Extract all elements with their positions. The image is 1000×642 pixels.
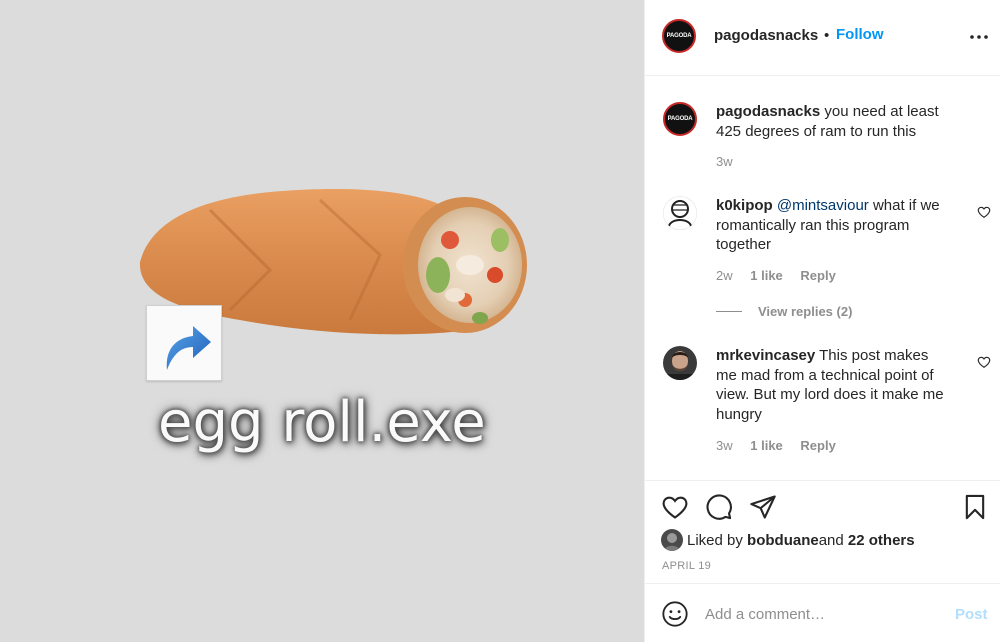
comment-text: mrkevincasey This post makes me mad from… xyxy=(716,346,948,424)
follow-button[interactable]: Follow xyxy=(836,26,884,43)
author-username[interactable]: pagodasnacks xyxy=(714,27,818,44)
post-date[interactable]: APRIL 19 xyxy=(662,560,711,572)
caption-meta: 3w xyxy=(716,154,747,169)
avatar-logo-text: PAGODA xyxy=(667,116,693,122)
shortcut-badge xyxy=(146,305,222,381)
reply-button[interactable]: Reply xyxy=(800,438,835,453)
comment-likes[interactable]: 1 like xyxy=(750,268,783,283)
post-actions: Liked by bobduane and 22 others APRIL 19… xyxy=(645,480,1000,642)
share-icon[interactable] xyxy=(749,493,777,521)
post-header: PAGODA pagodasnacks • Follow xyxy=(645,0,1000,76)
more-options-icon[interactable] xyxy=(969,30,989,44)
post-details-panel: PAGODA pagodasnacks • Follow PAGODA pago… xyxy=(644,0,1000,642)
caption-username[interactable]: pagodasnacks xyxy=(716,103,820,120)
comment-text: k0kipop @mintsaviour what if we romantic… xyxy=(716,196,948,255)
liker-avatar[interactable] xyxy=(661,529,683,551)
author-avatar[interactable]: PAGODA xyxy=(662,19,696,53)
comment-likes[interactable]: 1 like xyxy=(750,438,783,453)
view-replies-button[interactable]: View replies (2) xyxy=(716,304,852,319)
comment-username[interactable]: k0kipop xyxy=(716,197,773,214)
comment-meta: 3w 1 like Reply xyxy=(716,438,850,453)
liker-username[interactable]: bobduane xyxy=(747,532,819,549)
view-replies-label: View replies (2) xyxy=(758,304,853,319)
post-media[interactable]: egg roll.exe xyxy=(0,0,644,642)
bookmark-icon[interactable] xyxy=(961,493,989,521)
comment-time[interactable]: 3w xyxy=(716,438,733,453)
comment-like-heart-icon[interactable] xyxy=(977,205,991,219)
avatar-logo-text: PAGODA xyxy=(666,33,692,39)
commenter-avatar[interactable] xyxy=(663,196,697,230)
caption-text: pagodasnacks you need at least 425 degre… xyxy=(716,102,948,141)
caption-time[interactable]: 3w xyxy=(716,154,733,169)
comment-like-heart-icon[interactable] xyxy=(977,355,991,369)
likes-others-link[interactable]: 22 others xyxy=(848,532,915,549)
reply-button[interactable]: Reply xyxy=(800,268,835,283)
replies-divider xyxy=(716,311,742,312)
likes-summary: Liked by bobduane and 22 others xyxy=(661,529,915,551)
comment-input[interactable] xyxy=(705,602,935,626)
comment-username[interactable]: mrkevincasey xyxy=(716,347,815,364)
add-comment-bar: Post xyxy=(645,583,1000,642)
comment-meta: 2w 1 like Reply xyxy=(716,268,850,283)
likes-middle: and xyxy=(818,531,844,549)
commenter-avatar[interactable] xyxy=(663,346,697,380)
comment-icon[interactable] xyxy=(705,493,733,521)
file-name-label: egg roll.exe xyxy=(158,390,486,455)
heart-icon[interactable] xyxy=(661,493,689,521)
header-separator: • xyxy=(824,27,830,44)
caption-avatar[interactable]: PAGODA xyxy=(663,102,697,136)
post-comment-button[interactable]: Post xyxy=(955,606,988,623)
shortcut-arrow-icon xyxy=(166,326,211,370)
comment-time[interactable]: 2w xyxy=(716,268,733,283)
emoji-icon[interactable] xyxy=(661,600,689,628)
comment-mention[interactable]: @mintsaviour xyxy=(777,197,869,214)
likes-prefix: Liked by xyxy=(687,531,743,549)
